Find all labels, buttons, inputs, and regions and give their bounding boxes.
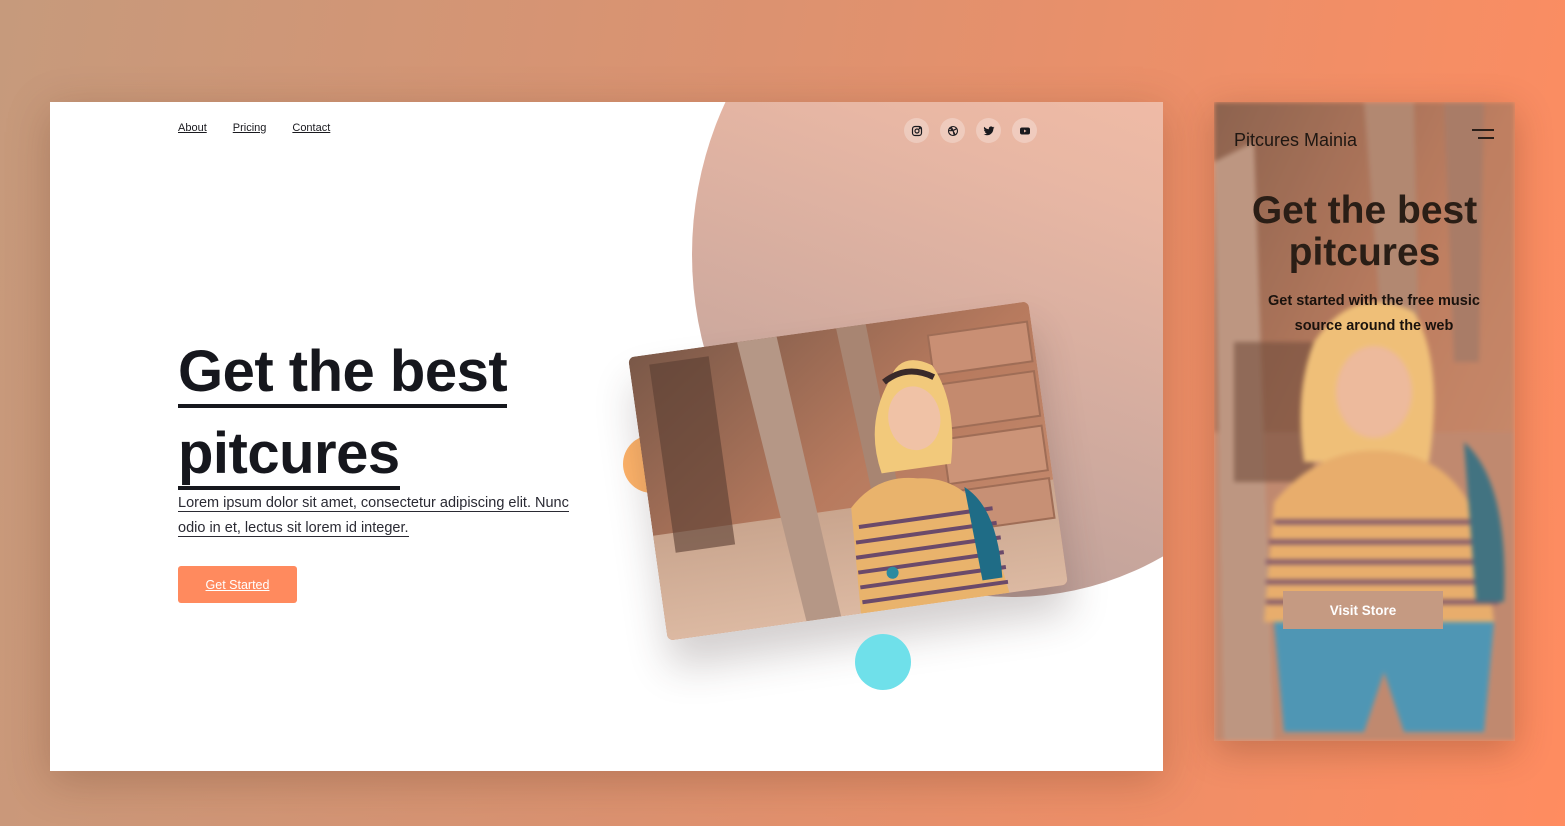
- twitter-icon[interactable]: [976, 118, 1001, 143]
- youtube-icon[interactable]: [1012, 118, 1037, 143]
- hamburger-menu-icon[interactable]: [1468, 126, 1494, 144]
- hero-title-line1: Get the best: [178, 340, 508, 408]
- dribbble-icon[interactable]: [940, 118, 965, 143]
- desktop-mockup: About Pricing Contact Get the best pitcu…: [50, 102, 1163, 771]
- instagram-icon[interactable]: [904, 118, 929, 143]
- social-links: [904, 118, 1037, 143]
- nav-contact[interactable]: Contact: [292, 122, 330, 134]
- hero-description: Lorem ipsum dolor sit amet, consectetur …: [178, 491, 598, 541]
- nav-pricing[interactable]: Pricing: [233, 122, 267, 134]
- mobile-title-line2: pitcures: [1288, 231, 1441, 274]
- top-nav: About Pricing Contact: [178, 122, 330, 134]
- get-started-button[interactable]: Get Started: [178, 566, 297, 603]
- mobile-hero-title: Get the best pitcures: [1214, 190, 1515, 274]
- mobile-subtitle: Get started with the free music source a…: [1268, 293, 1480, 334]
- mobile-mockup: Pitcures Mainia Get the best pitcures Ge…: [1214, 102, 1515, 741]
- hero-description-text: Lorem ipsum dolor sit amet, consectetur …: [178, 495, 569, 537]
- mobile-title-line1: Get the best: [1251, 189, 1478, 232]
- decor-circle-cyan: [855, 634, 911, 690]
- hero-photo: [628, 301, 1068, 641]
- hero-title-line2: pitcures: [178, 422, 400, 490]
- mobile-brand[interactable]: Pitcures Mainia: [1234, 130, 1357, 151]
- hero-title: Get the best pitcures: [178, 334, 618, 498]
- nav-about[interactable]: About: [178, 122, 207, 134]
- visit-store-button[interactable]: Visit Store: [1283, 591, 1443, 629]
